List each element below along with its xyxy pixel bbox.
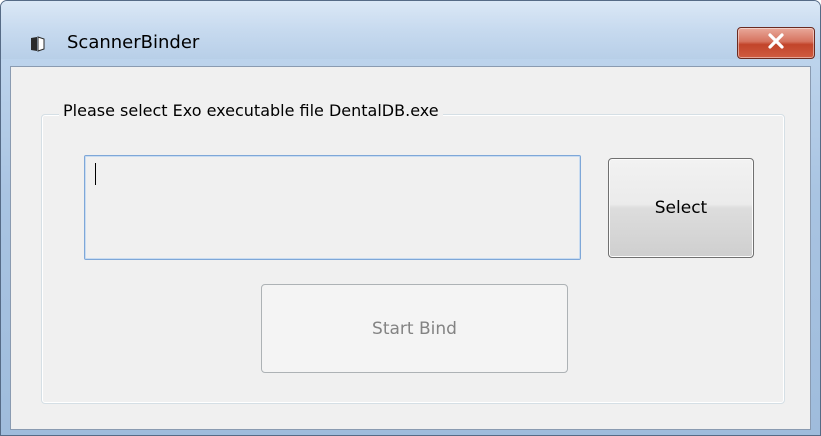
window-title: ScannerBinder — [67, 32, 200, 53]
title-bar[interactable]: ScannerBinder — [1, 1, 820, 59]
close-button[interactable] — [737, 27, 815, 59]
select-button[interactable]: Select — [608, 158, 754, 258]
start-bind-button[interactable]: Start Bind — [261, 284, 568, 373]
groupbox-label: Please select Exo executable file Dental… — [59, 100, 443, 122]
close-icon — [765, 32, 787, 54]
text-caret — [95, 163, 96, 185]
file-path-input[interactable] — [84, 155, 581, 260]
app-icon — [30, 36, 45, 52]
